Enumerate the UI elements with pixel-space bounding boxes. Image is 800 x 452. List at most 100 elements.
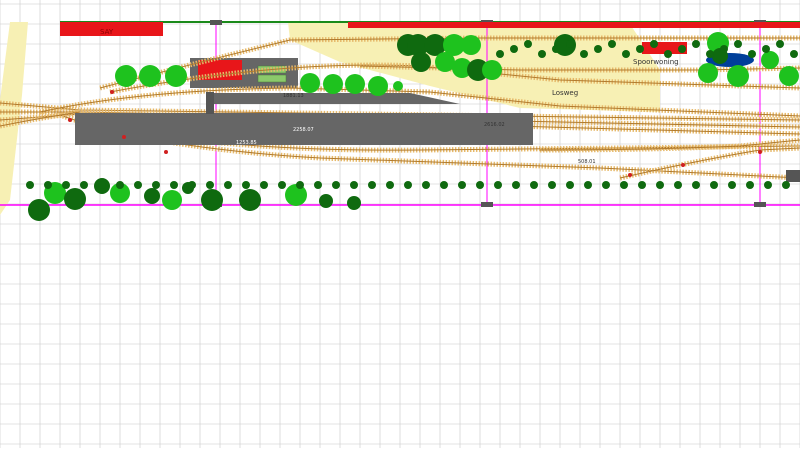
shrub — [80, 181, 88, 189]
shrub — [458, 181, 466, 189]
shrub — [720, 45, 728, 53]
shrub — [332, 181, 340, 189]
track-length-1: 1881.13 — [283, 93, 304, 99]
tree — [727, 65, 749, 87]
shrub — [638, 181, 646, 189]
shrub — [152, 181, 160, 189]
shrub — [440, 181, 448, 189]
shrub — [538, 50, 546, 58]
shrub — [170, 181, 178, 189]
shrub — [776, 40, 784, 48]
shrub — [548, 181, 556, 189]
shrub — [678, 45, 686, 53]
tree — [144, 188, 160, 204]
shrub — [512, 181, 520, 189]
shrub — [44, 181, 52, 189]
buffer-stop[interactable] — [786, 170, 800, 182]
shrub — [764, 181, 772, 189]
shrub — [350, 181, 358, 189]
tree — [115, 65, 137, 87]
tree — [345, 74, 365, 94]
shrub — [710, 181, 718, 189]
track-length-2: 2258.07 — [293, 127, 314, 133]
shrub — [790, 50, 798, 58]
shrub — [296, 181, 304, 189]
platform-upper[interactable] — [210, 93, 460, 104]
shrub — [422, 181, 430, 189]
spoorwoning-label: Spoorwoning — [633, 58, 679, 66]
shrub — [260, 181, 268, 189]
shrub — [496, 50, 504, 58]
tree — [411, 52, 431, 72]
shrub — [368, 181, 376, 189]
shrub — [746, 181, 754, 189]
platform-stub[interactable] — [206, 92, 214, 114]
track-layout-canvas[interactable]: SAY Spoorwoning Losweg 1881.13 2258.07 2… — [0, 0, 800, 448]
shrub — [62, 181, 70, 189]
shrub — [762, 45, 770, 53]
tree — [482, 60, 502, 80]
tree — [393, 81, 403, 91]
losweg-label: Losweg — [552, 89, 578, 97]
track-plan[interactable]: SAY Spoorwoning Losweg 1881.13 2258.07 2… — [0, 0, 800, 448]
tree — [323, 74, 343, 94]
shrub — [386, 181, 394, 189]
shrub — [748, 50, 756, 58]
track-length-5: 508.01 — [578, 159, 596, 165]
shrub — [242, 181, 250, 189]
track-length-3: 2616.02 — [484, 122, 505, 128]
shrub — [656, 181, 664, 189]
tree — [761, 51, 779, 69]
shrub — [650, 40, 658, 48]
shrub — [692, 40, 700, 48]
shrub — [566, 181, 574, 189]
shrub — [602, 181, 610, 189]
shrub — [314, 181, 322, 189]
shrub — [98, 181, 106, 189]
tree — [461, 35, 481, 55]
tree — [139, 65, 161, 87]
shrub — [26, 181, 34, 189]
tree — [319, 194, 333, 208]
shrub — [530, 181, 538, 189]
shrub — [116, 181, 124, 189]
shrub — [476, 181, 484, 189]
shrub — [594, 45, 602, 53]
shrub — [566, 40, 574, 48]
shrub — [580, 50, 588, 58]
tree — [698, 63, 718, 83]
shrub — [134, 181, 142, 189]
tree — [779, 66, 799, 86]
tree — [162, 190, 182, 210]
shrub — [206, 181, 214, 189]
shrub — [188, 181, 196, 189]
tree — [347, 196, 361, 210]
shrub — [692, 181, 700, 189]
track-length-4: 1253.85 — [236, 140, 257, 146]
tree — [165, 65, 187, 87]
tree — [28, 199, 50, 221]
tree — [435, 52, 455, 72]
top-right-building[interactable] — [348, 22, 800, 28]
tree — [64, 188, 86, 210]
shrub — [584, 181, 592, 189]
shrub — [622, 50, 630, 58]
shrub — [510, 45, 518, 53]
shrub — [782, 181, 790, 189]
shrub — [728, 181, 736, 189]
shrub — [608, 40, 616, 48]
shrub — [494, 181, 502, 189]
tree — [300, 73, 320, 93]
tree — [368, 76, 388, 96]
shrub — [404, 181, 412, 189]
shrub — [224, 181, 232, 189]
shrub — [524, 40, 532, 48]
shrub — [706, 50, 714, 58]
shrub — [664, 50, 672, 58]
top-building-label: SAY — [100, 28, 114, 36]
shrub — [674, 181, 682, 189]
tree — [239, 189, 261, 211]
shrub — [620, 181, 628, 189]
shrub — [278, 181, 286, 189]
tree — [285, 184, 307, 206]
